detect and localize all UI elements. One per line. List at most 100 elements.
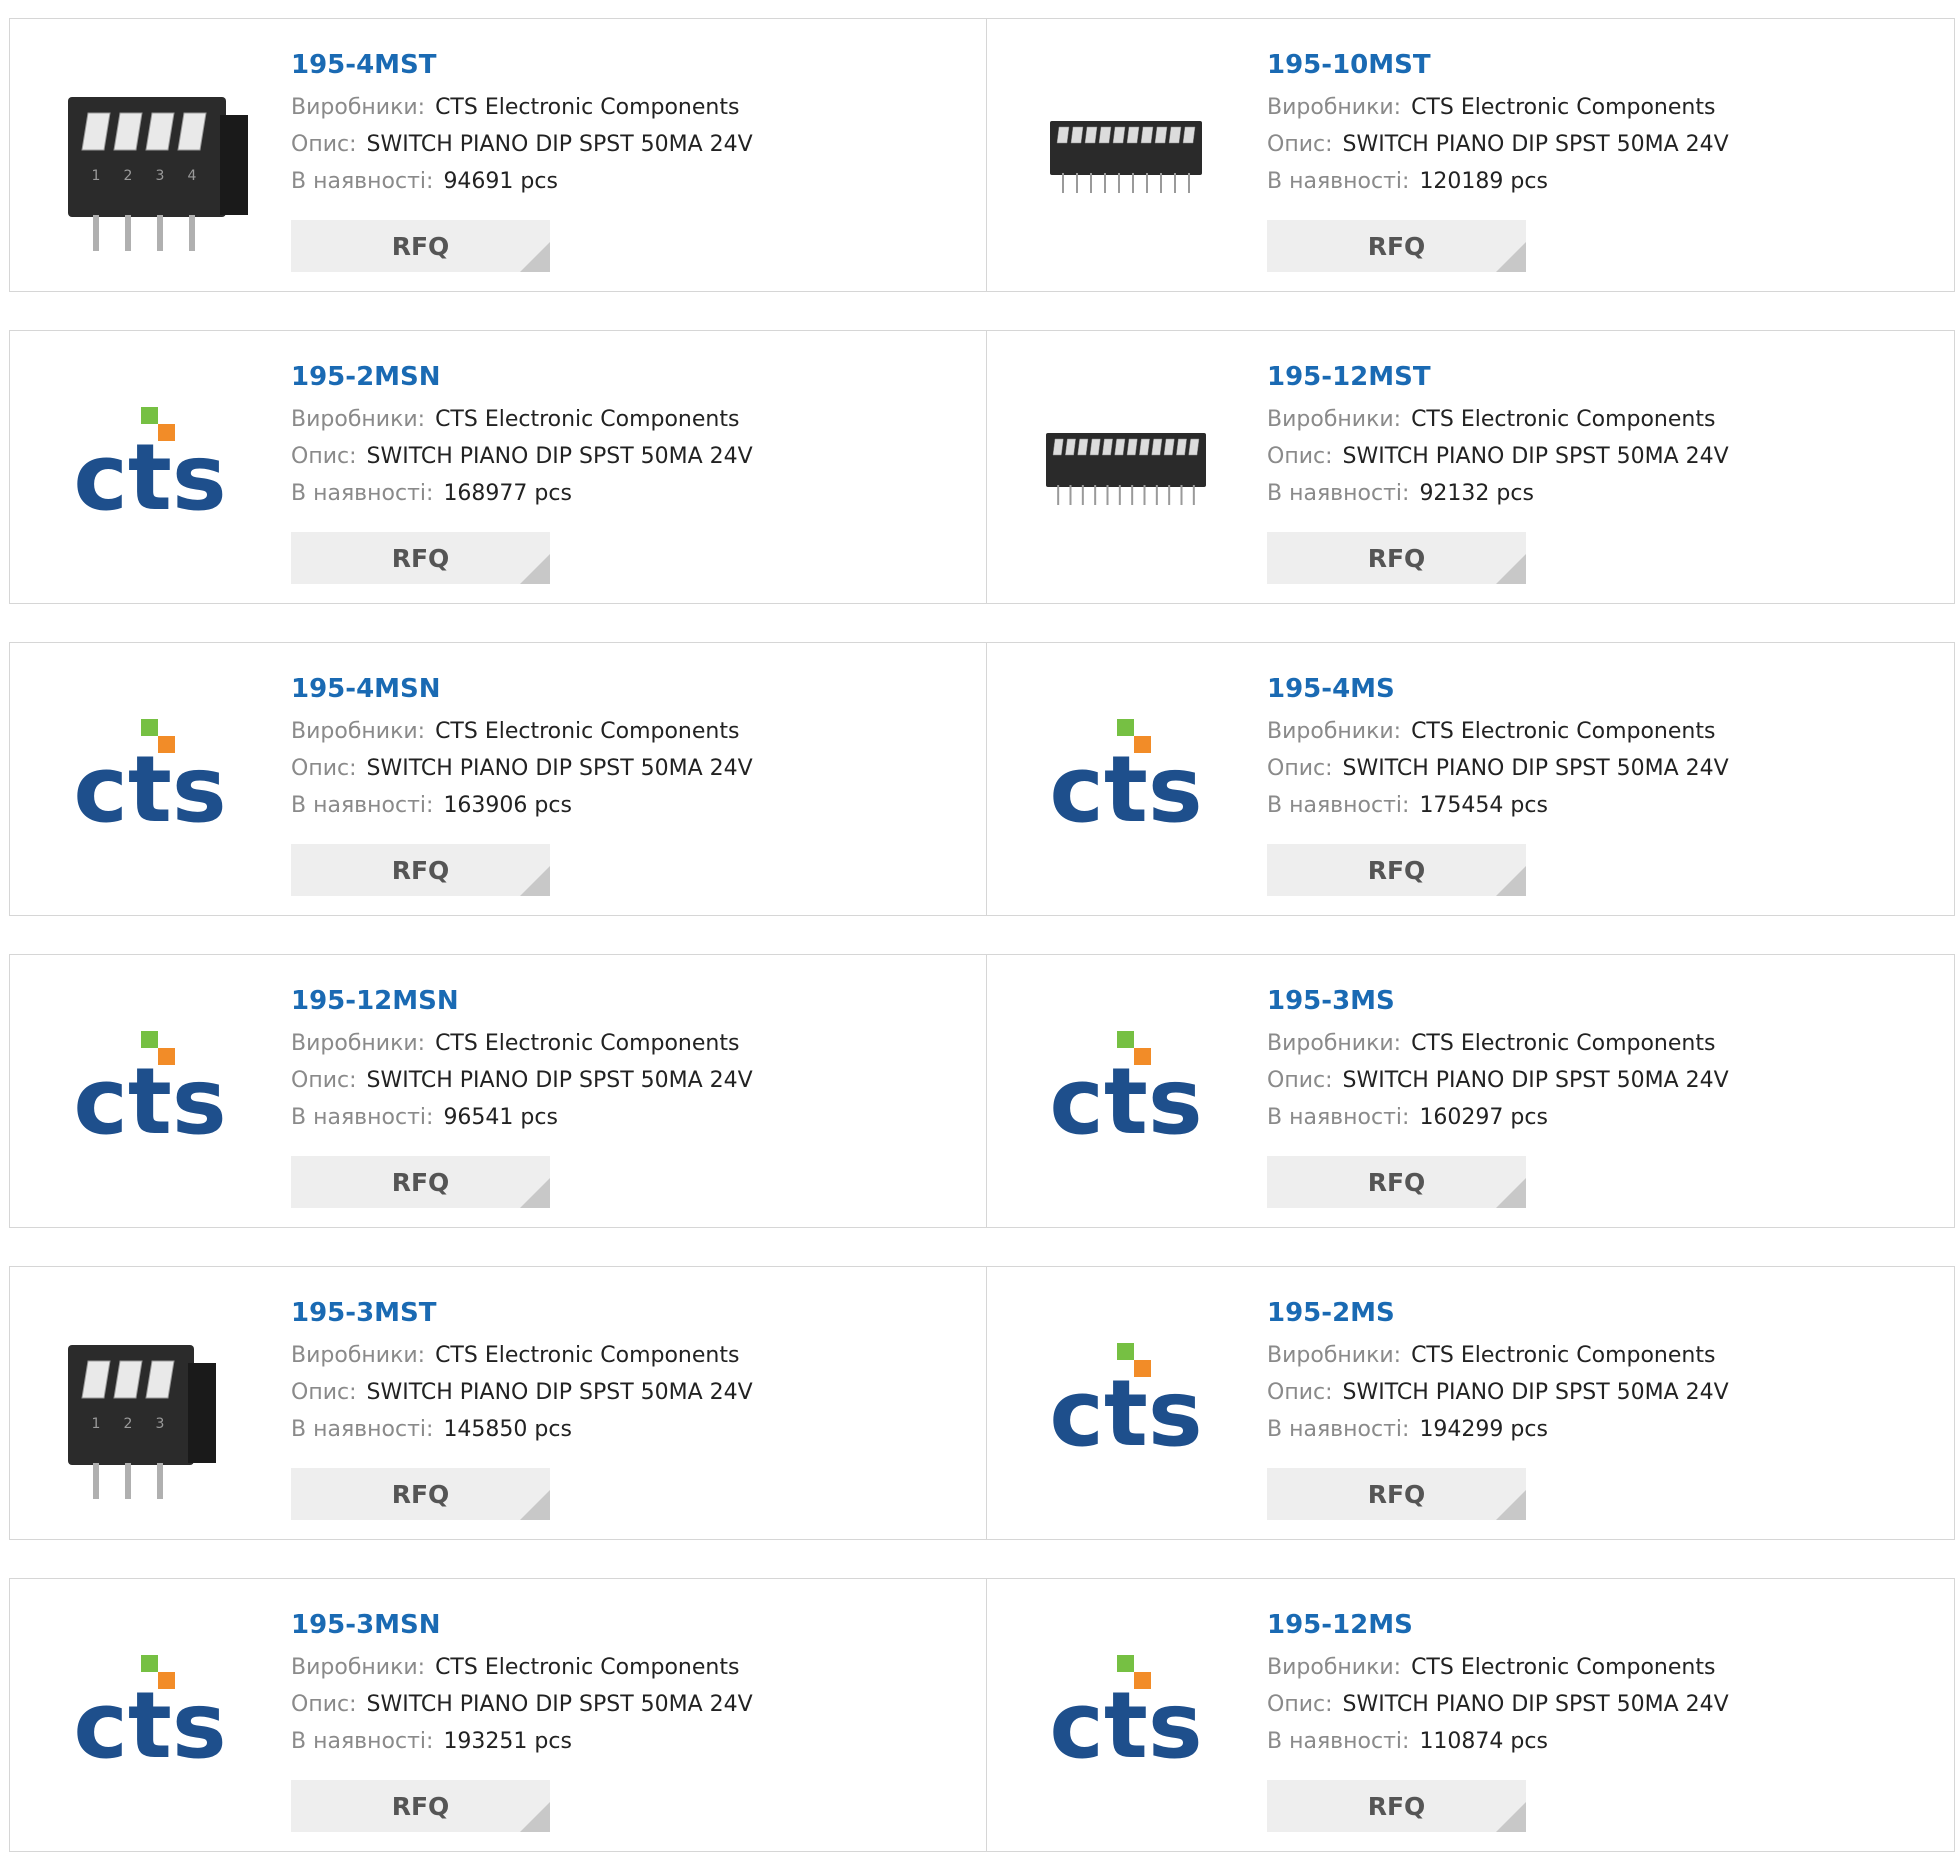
rfq-label: RFQ	[1367, 1167, 1426, 1197]
rfq-button[interactable]: RFQ	[1267, 1780, 1526, 1832]
product-name-link[interactable]: 195-4MSN	[291, 671, 753, 707]
rfq-button[interactable]: RFQ	[1267, 1156, 1526, 1208]
description-value: SWITCH PIANO DIP SPST 50MA 24V	[366, 444, 753, 469]
manufacturer-row: Виробники: CTS Electronic Components	[291, 1025, 753, 1062]
description-row: Опис: SWITCH PIANO DIP SPST 50MA 24V	[291, 438, 753, 475]
corner-triangle-icon	[1496, 242, 1526, 272]
cts-logo-image[interactable]: cts	[1026, 991, 1226, 1191]
product-info: 195-3MSN Виробники: CTS Electronic Compon…	[291, 1607, 753, 1760]
rfq-button[interactable]: RFQ	[291, 532, 550, 584]
rfq-button[interactable]: RFQ	[291, 220, 550, 272]
description-row: Опис: SWITCH PIANO DIP SPST 50MA 24V	[1267, 1686, 1729, 1723]
product-photo[interactable]: 1 2 3	[50, 1303, 250, 1503]
cts-logo-image[interactable]: cts	[50, 367, 250, 567]
svg-text:cts: cts	[1049, 1048, 1202, 1155]
manufacturer-label: Виробники:	[291, 1343, 426, 1368]
svg-text:3: 3	[156, 1416, 165, 1432]
description-row: Опис: SWITCH PIANO DIP SPST 50MA 24V	[1267, 750, 1729, 787]
product-photo[interactable]: 1 2 3 4	[50, 55, 250, 255]
stock-value: 94691 pcs	[443, 169, 558, 194]
stock-label: В наявності:	[291, 481, 434, 506]
svg-text:2: 2	[124, 1416, 133, 1432]
product-card: cts 195-2MS Виробники: CTS Electronic Com…	[987, 1266, 1955, 1540]
stock-row: В наявності: 92132 pcs	[1267, 475, 1729, 512]
product-card: cts 195-3MSN Виробники: CTS Electronic Co…	[9, 1578, 987, 1852]
description-row: Опис: SWITCH PIANO DIP SPST 50MA 24V	[291, 126, 753, 163]
rfq-label: RFQ	[391, 1791, 450, 1821]
rfq-label: RFQ	[391, 543, 450, 573]
product-name-link[interactable]: 195-3MST	[291, 1295, 753, 1331]
manufacturer-row: Виробники: CTS Electronic Components	[1267, 713, 1729, 750]
cts-logo-image[interactable]: cts	[50, 679, 250, 879]
manufacturer-label: Виробники:	[1267, 407, 1402, 432]
rfq-button[interactable]: RFQ	[291, 1156, 550, 1208]
product-photo[interactable]	[1026, 55, 1226, 255]
product-photo[interactable]	[1026, 367, 1226, 567]
description-value: SWITCH PIANO DIP SPST 50MA 24V	[1342, 1692, 1729, 1717]
rfq-button[interactable]: RFQ	[1267, 532, 1526, 584]
manufacturer-row: Виробники: CTS Electronic Components	[1267, 1649, 1729, 1686]
product-card: cts 195-12MS Виробники: CTS Electronic Co…	[987, 1578, 1955, 1852]
product-name-link[interactable]: 195-4MST	[291, 47, 753, 83]
rfq-button[interactable]: RFQ	[1267, 844, 1526, 896]
stock-label: В наявності:	[1267, 1729, 1410, 1754]
manufacturer-value: CTS Electronic Components	[1411, 1031, 1716, 1056]
rfq-button[interactable]: RFQ	[291, 844, 550, 896]
description-value: SWITCH PIANO DIP SPST 50MA 24V	[366, 1068, 753, 1093]
manufacturer-label: Виробники:	[291, 407, 426, 432]
description-row: Опис: SWITCH PIANO DIP SPST 50MA 24V	[291, 1686, 753, 1723]
corner-triangle-icon	[1496, 1802, 1526, 1832]
manufacturer-row: Виробники: CTS Electronic Components	[1267, 1337, 1729, 1374]
manufacturer-row: Виробники: CTS Electronic Components	[291, 1649, 753, 1686]
stock-row: В наявності: 163906 pcs	[291, 787, 753, 824]
cts-logo-image[interactable]: cts	[50, 991, 250, 1191]
description-row: Опис: SWITCH PIANO DIP SPST 50MA 24V	[1267, 438, 1729, 475]
product-info: 195-4MST Виробники: CTS Electronic Compon…	[291, 47, 753, 200]
product-info: 195-2MSN Виробники: CTS Electronic Compon…	[291, 359, 753, 512]
product-card: cts 195-2MSN Виробники: CTS Electronic Co…	[9, 330, 987, 604]
manufacturer-value: CTS Electronic Components	[1411, 95, 1716, 120]
product-card: cts 195-4MS Виробники: CTS Electronic Com…	[987, 642, 1955, 916]
corner-triangle-icon	[520, 1490, 550, 1520]
manufacturer-label: Виробники:	[291, 719, 426, 744]
description-row: Опис: SWITCH PIANO DIP SPST 50MA 24V	[1267, 1062, 1729, 1099]
rfq-button[interactable]: RFQ	[291, 1468, 550, 1520]
product-name-link[interactable]: 195-12MSN	[291, 983, 753, 1019]
product-name-link[interactable]: 195-3MS	[1267, 983, 1729, 1019]
svg-text:cts: cts	[73, 1672, 226, 1779]
rfq-label: RFQ	[391, 1167, 450, 1197]
product-name-link[interactable]: 195-4MS	[1267, 671, 1729, 707]
cts-logo-image[interactable]: cts	[50, 1615, 250, 1815]
svg-text:1: 1	[92, 1416, 101, 1432]
product-info: 195-10MST Виробники: CTS Electronic Compo…	[1267, 47, 1729, 200]
rfq-button[interactable]: RFQ	[291, 1780, 550, 1832]
manufacturer-value: CTS Electronic Components	[1411, 1343, 1716, 1368]
product-name-link[interactable]: 195-2MSN	[291, 359, 753, 395]
stock-value: 160297 pcs	[1419, 1105, 1548, 1130]
corner-triangle-icon	[520, 866, 550, 896]
product-name-link[interactable]: 195-3MSN	[291, 1607, 753, 1643]
description-label: Опис:	[1267, 1380, 1333, 1405]
manufacturer-label: Виробники:	[1267, 95, 1402, 120]
rfq-button[interactable]: RFQ	[1267, 220, 1526, 272]
svg-text:cts: cts	[73, 736, 226, 843]
rfq-label: RFQ	[1367, 543, 1426, 573]
stock-row: В наявності: 193251 pcs	[291, 1723, 753, 1760]
corner-triangle-icon	[1496, 1178, 1526, 1208]
product-name-link[interactable]: 195-12MS	[1267, 1607, 1729, 1643]
product-name-link[interactable]: 195-2MS	[1267, 1295, 1729, 1331]
rfq-label: RFQ	[1367, 1791, 1426, 1821]
cts-logo-image[interactable]: cts	[1026, 1615, 1226, 1815]
product-card: cts 195-4MSN Виробники: CTS Electronic Co…	[9, 642, 987, 916]
rfq-button[interactable]: RFQ	[1267, 1468, 1526, 1520]
rfq-label: RFQ	[391, 1479, 450, 1509]
product-name-link[interactable]: 195-12MST	[1267, 359, 1729, 395]
cts-logo-image[interactable]: cts	[1026, 679, 1226, 879]
stock-value: 175454 pcs	[1419, 793, 1548, 818]
corner-triangle-icon	[520, 554, 550, 584]
stock-value: 163906 pcs	[443, 793, 572, 818]
description-value: SWITCH PIANO DIP SPST 50MA 24V	[366, 1380, 753, 1405]
product-name-link[interactable]: 195-10MST	[1267, 47, 1729, 83]
product-info: 195-12MSN Виробники: CTS Electronic Compo…	[291, 983, 753, 1136]
cts-logo-image[interactable]: cts	[1026, 1303, 1226, 1503]
